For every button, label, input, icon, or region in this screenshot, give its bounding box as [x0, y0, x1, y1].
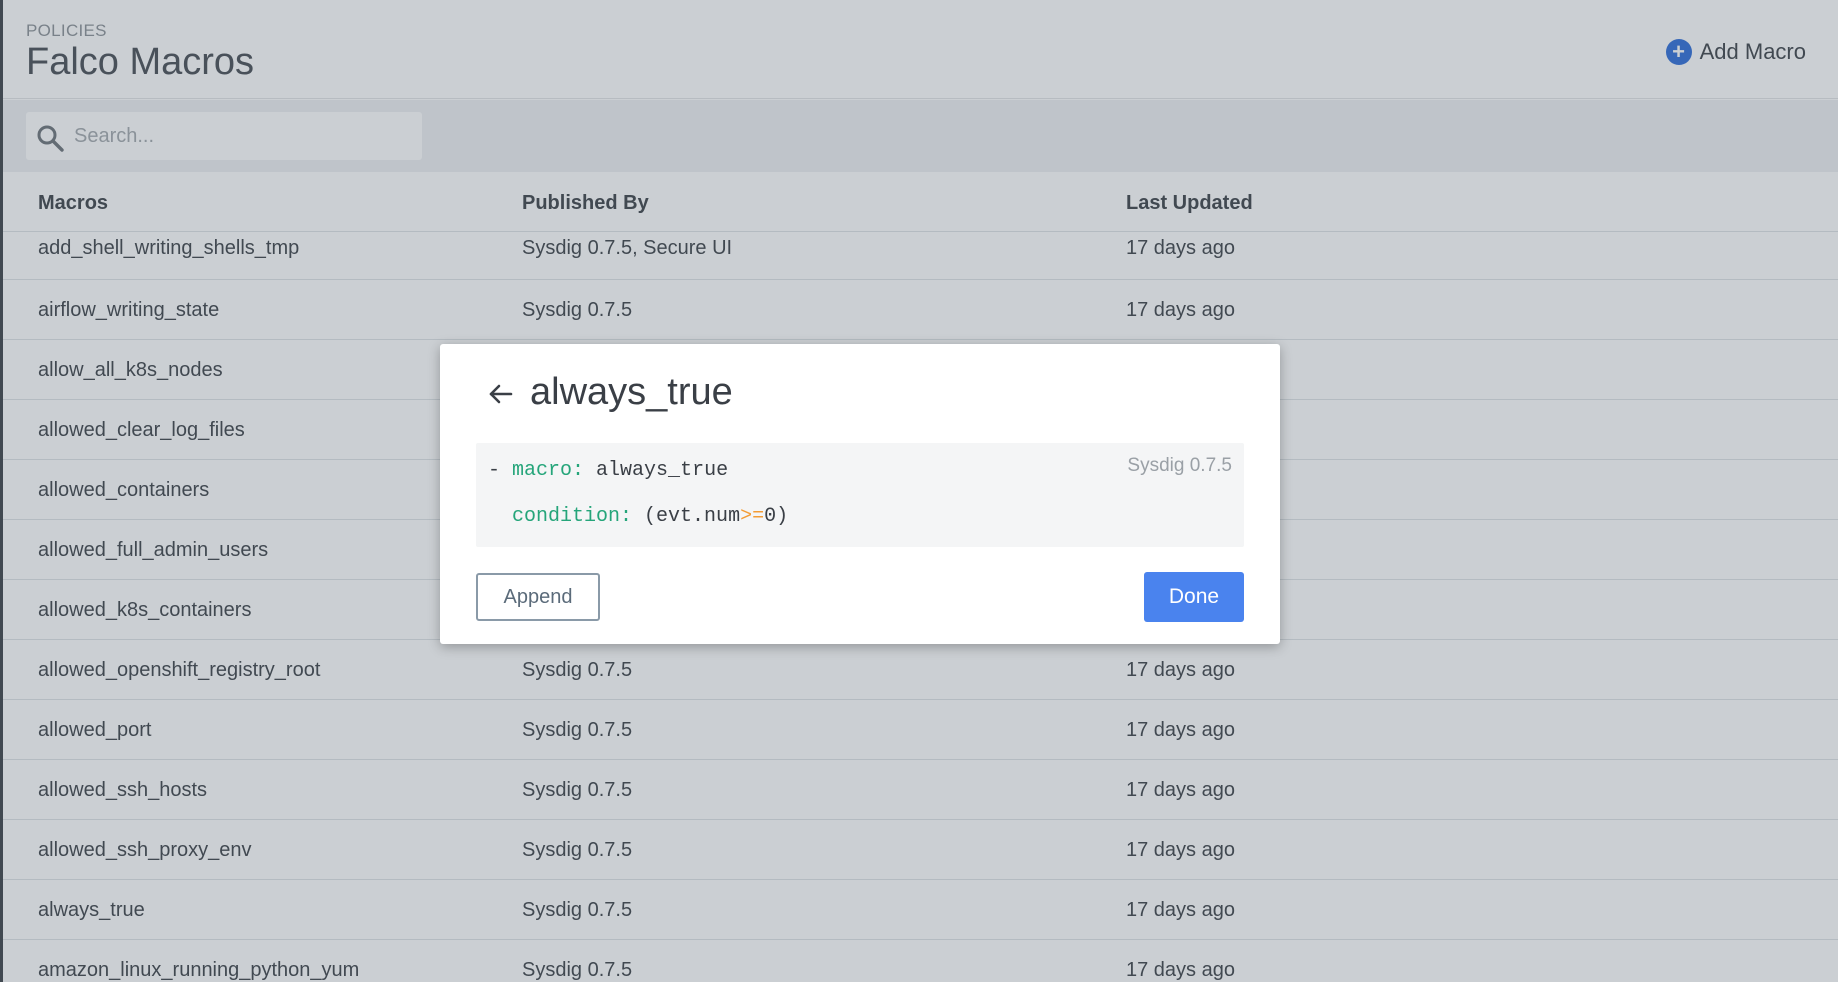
append-button[interactable]: Append	[476, 573, 600, 621]
macro-detail-dialog: always_true Sysdig 0.7.5 - macro: always…	[440, 344, 1280, 644]
yaml-operator: >=	[740, 505, 765, 528]
yaml-key-condition: condition:	[512, 505, 633, 528]
yaml-value-condition-close: 0)	[764, 505, 789, 528]
yaml-value-macro: always_true	[584, 459, 729, 482]
app-window: POLICIES Falco Macros + Add Macro Macros…	[0, 0, 1838, 982]
macro-yaml-code: Sysdig 0.7.5 - macro: always_true condit…	[476, 443, 1244, 547]
arrow-left-icon[interactable]	[485, 378, 517, 410]
done-button[interactable]: Done	[1144, 572, 1244, 622]
code-line-condition: condition: (evt.num>=0)	[488, 505, 788, 528]
yaml-dash: -	[488, 459, 501, 482]
code-line-macro: - macro: always_true	[488, 459, 728, 482]
yaml-key-macro: macro:	[512, 459, 585, 482]
publisher-label: Sysdig 0.7.5	[1127, 455, 1232, 476]
dialog-title: always_true	[530, 371, 733, 413]
yaml-value-condition-open: (evt.num	[632, 505, 741, 528]
